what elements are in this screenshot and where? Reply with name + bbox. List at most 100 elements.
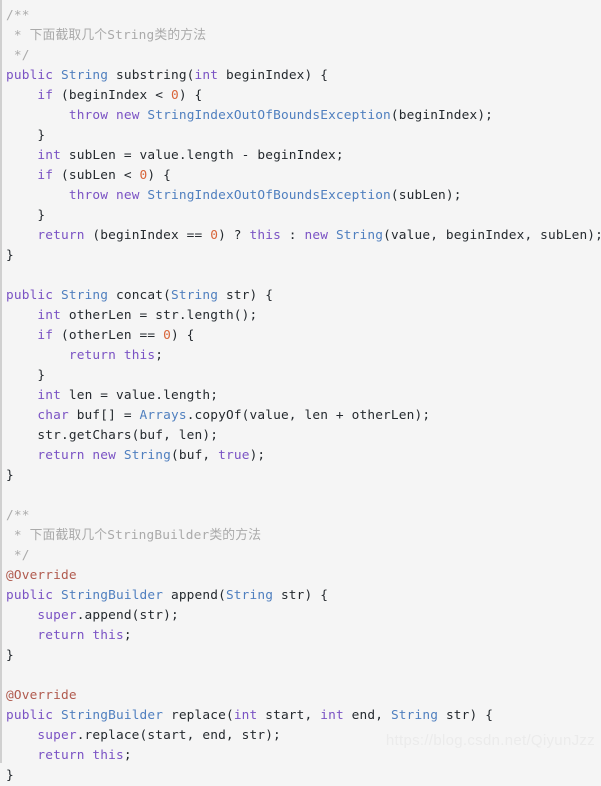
code-line: if (otherLen == 0) { xyxy=(2,326,601,346)
code-token-kw: this xyxy=(92,628,124,643)
code-token-plain: (subLen < xyxy=(53,168,140,183)
code-token-plain: ; xyxy=(123,748,132,763)
code-token-type: String xyxy=(170,288,219,303)
code-token-plain: ; xyxy=(123,628,132,643)
code-token-kw: if xyxy=(37,168,54,183)
code-token-kw: if xyxy=(37,328,54,343)
code-token-kw: public xyxy=(6,708,54,723)
code-token-kw: return xyxy=(37,228,85,243)
code-token-kw: return xyxy=(37,748,85,763)
code-token-kw: true xyxy=(218,448,250,463)
code-token-kw: new xyxy=(115,108,140,123)
code-token-kw: return xyxy=(68,348,116,363)
code-line: @Override xyxy=(2,566,601,586)
code-token-kw: super xyxy=(37,728,77,743)
code-token-type: String xyxy=(335,228,384,243)
code-token-kw: return xyxy=(37,448,85,463)
code-token-plain: } xyxy=(37,368,46,383)
code-token-kw: this xyxy=(123,348,156,363)
code-token-cmt: * 下面截取几个String类的方法 xyxy=(6,28,207,43)
code-line: } xyxy=(2,206,601,226)
code-token-num: 0 xyxy=(163,328,171,343)
code-token-type: StringBuilder xyxy=(61,708,164,723)
code-token-type: String xyxy=(225,588,274,603)
code-token-plain: otherLen = str.length(); xyxy=(61,308,258,323)
code-line: if (subLen < 0) { xyxy=(2,166,601,186)
code-token-plain: str) { xyxy=(218,288,274,303)
code-token-plain: } xyxy=(37,208,46,223)
code-token-plain: replace( xyxy=(163,708,234,723)
code-token-plain: .replace(start, end, str); xyxy=(76,728,281,743)
code-token-plain: str.getChars(buf, len); xyxy=(37,428,219,443)
code-token-plain: ) { xyxy=(170,328,195,343)
code-token-type: String xyxy=(61,68,109,83)
code-token-kw: public xyxy=(6,68,54,83)
code-token-kw: int xyxy=(37,388,61,403)
code-token-type: StringIndexOutOfBoundsException xyxy=(147,188,391,203)
code-token-cmt: */ xyxy=(6,548,30,563)
code-token-ann: @Override xyxy=(6,568,77,583)
code-token-plain: buf[] = xyxy=(68,408,140,423)
code-token-plain: subLen = value.length - beginIndex; xyxy=(61,148,344,163)
code-token-cmt: /** xyxy=(6,8,30,23)
code-line: /** xyxy=(2,506,601,526)
code-token-kw: throw xyxy=(68,108,109,123)
code-token-plain: (value, beginIndex, subLen); xyxy=(383,228,601,243)
code-token-type: StringBuilder xyxy=(61,588,164,603)
code-line: int subLen = value.length - beginIndex; xyxy=(2,146,601,166)
code-token-plain: .append(str); xyxy=(76,608,179,623)
code-line: @Override xyxy=(2,686,601,706)
code-line: return new String(buf, true); xyxy=(2,446,601,466)
code-token-plain: (beginIndex < xyxy=(53,88,171,103)
code-line: str.getChars(buf, len); xyxy=(2,426,601,446)
code-token-plain: beginIndex) { xyxy=(218,68,329,83)
code-token-ann: @Override xyxy=(6,688,77,703)
code-token-kw: throw xyxy=(68,188,109,203)
code-line: throw new StringIndexOutOfBoundsExceptio… xyxy=(2,186,601,206)
code-token-kw: char xyxy=(37,408,69,423)
code-line: } xyxy=(2,466,601,486)
code-token-plain: str) { xyxy=(438,708,494,723)
code-line: public String concat(String str) { xyxy=(2,286,601,306)
code-token-plain: } xyxy=(6,648,14,663)
code-line: */ xyxy=(2,46,601,66)
code-line: } xyxy=(2,246,601,266)
code-line: super.append(str); xyxy=(2,606,601,626)
code-token-kw: this xyxy=(92,748,124,763)
code-token-type: String xyxy=(390,708,439,723)
code-token-plain: ) ? xyxy=(218,228,250,243)
code-line: } xyxy=(2,646,601,666)
code-line: * 下面截取几个StringBuilder类的方法 xyxy=(2,526,601,546)
code-token-plain: .copyOf(value, len + otherLen); xyxy=(186,408,431,423)
code-token-kw: new xyxy=(115,188,140,203)
code-line: throw new StringIndexOutOfBoundsExceptio… xyxy=(2,106,601,126)
code-line: if (beginIndex < 0) { xyxy=(2,86,601,106)
code-line: int len = value.length; xyxy=(2,386,601,406)
code-token-kw: new xyxy=(92,448,116,463)
code-token-cmt: /** xyxy=(6,508,30,523)
code-token-kw: new xyxy=(304,228,329,243)
code-block[interactable]: /** * 下面截取几个String类的方法 */ public String s… xyxy=(0,0,601,783)
code-token-kw: public xyxy=(6,588,54,603)
code-token-plain: ; xyxy=(155,348,164,363)
code-line: return (beginIndex == 0) ? this : new St… xyxy=(2,226,601,246)
code-line: return this; xyxy=(2,626,601,646)
code-line: public StringBuilder replace(int start, … xyxy=(2,706,601,726)
